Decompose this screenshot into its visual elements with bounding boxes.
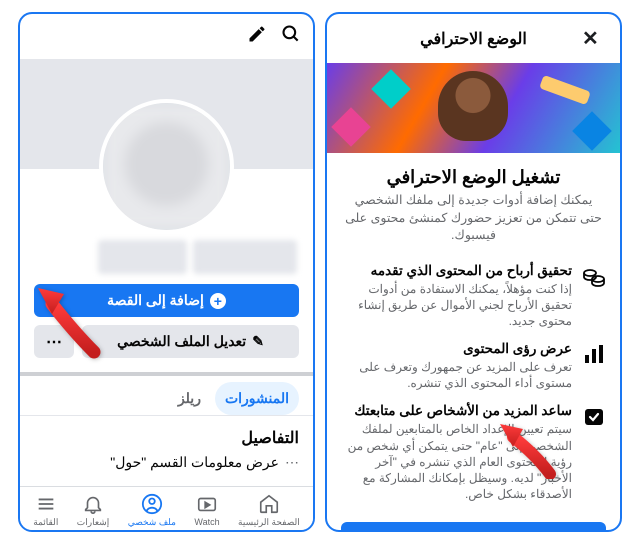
feature-body: إذا كنت مؤهلاً، يمكنك الاستفادة من أدوات… bbox=[341, 281, 572, 330]
follow-icon bbox=[582, 403, 606, 427]
feature-title: ساعد المزيد من الأشخاص على متابعتك bbox=[341, 403, 572, 419]
intro-body: يمكنك إضافة أدوات جديدة إلى ملفك الشخصي … bbox=[343, 192, 604, 245]
profile-tabs: المنشورات ريلز bbox=[20, 376, 313, 416]
chart-icon bbox=[582, 341, 606, 365]
feature-item: تحقيق أرباح من المحتوى الذي تقدمه إذا كن… bbox=[341, 257, 606, 336]
feature-title: عرض رؤى المحتوى bbox=[341, 341, 572, 357]
nav-watch[interactable]: Watch bbox=[194, 493, 219, 528]
feature-body: سيتم تعيين الإعداد الخاص بالمتابعين لملف… bbox=[341, 421, 572, 502]
nav-home[interactable]: الصفحة الرئيسية bbox=[238, 493, 300, 528]
profile-name bbox=[36, 240, 297, 274]
edit-profile-button[interactable]: ✎ تعديل الملف الشخصي bbox=[82, 325, 299, 358]
search-icon[interactable] bbox=[281, 24, 301, 49]
nav-profile[interactable]: ملف شخصي bbox=[128, 493, 176, 528]
feature-title: تحقيق أرباح من المحتوى الذي تقدمه bbox=[341, 263, 572, 279]
dialog-footer: تشغيل تعرف على المزيد bbox=[327, 512, 620, 532]
dialog-header: ✕ الوضع الاحترافي bbox=[327, 14, 620, 63]
tab-reels[interactable]: ريلز bbox=[168, 382, 211, 415]
feature-item: عرض رؤى المحتوى تعرف على المزيد عن جمهور… bbox=[341, 335, 606, 397]
avatar-wrap bbox=[20, 99, 313, 234]
money-icon bbox=[582, 263, 606, 287]
details-title: التفاصيل bbox=[34, 428, 299, 448]
close-icon[interactable]: ✕ bbox=[582, 26, 606, 51]
edit-icon[interactable] bbox=[247, 24, 267, 49]
feature-item: ساعد المزيد من الأشخاص على متابعتك سيتم … bbox=[341, 397, 606, 508]
details-section: التفاصيل ⋯ عرض معلومات القسم "حول" bbox=[20, 416, 313, 477]
add-story-button[interactable]: + إضافة إلى القصة bbox=[34, 284, 299, 317]
pencil-icon: ✎ bbox=[252, 333, 264, 350]
dialog-title: الوضع الاحترافي bbox=[365, 29, 582, 49]
intro-section: تشغيل الوضع الاحترافي يمكنك إضافة أدوات … bbox=[327, 153, 620, 253]
tab-posts[interactable]: المنشورات bbox=[215, 382, 299, 415]
feature-list: تحقيق أرباح من المحتوى الذي تقدمه إذا كن… bbox=[327, 253, 620, 513]
about-link[interactable]: ⋯ عرض معلومات القسم "حول" bbox=[34, 454, 299, 471]
feature-body: تعرف على المزيد عن جمهورك وتعرف على مستو… bbox=[341, 359, 572, 391]
nav-menu[interactable]: القائمة bbox=[33, 493, 58, 528]
turn-on-button[interactable]: تشغيل bbox=[341, 522, 606, 532]
intro-title: تشغيل الوضع الاحترافي bbox=[343, 167, 604, 188]
bottom-nav: الصفحة الرئيسية Watch ملف شخصي إشعارات ا… bbox=[20, 486, 313, 530]
promo-image bbox=[327, 63, 620, 153]
top-bar bbox=[20, 14, 313, 59]
avatar[interactable] bbox=[99, 99, 234, 234]
profile-phone: + إضافة إلى القصة ✎ تعديل الملف الشخصي ⋯… bbox=[18, 12, 315, 532]
dots-icon: ⋯ bbox=[285, 454, 299, 471]
more-button[interactable]: ⋯ bbox=[34, 325, 74, 358]
dialog-phone: ✕ الوضع الاحترافي تشغيل الوضع الاحترافي … bbox=[325, 12, 622, 532]
plus-icon: + bbox=[210, 293, 226, 309]
action-buttons: + إضافة إلى القصة ✎ تعديل الملف الشخصي ⋯ bbox=[20, 276, 313, 368]
nav-notifications[interactable]: إشعارات bbox=[77, 493, 109, 528]
